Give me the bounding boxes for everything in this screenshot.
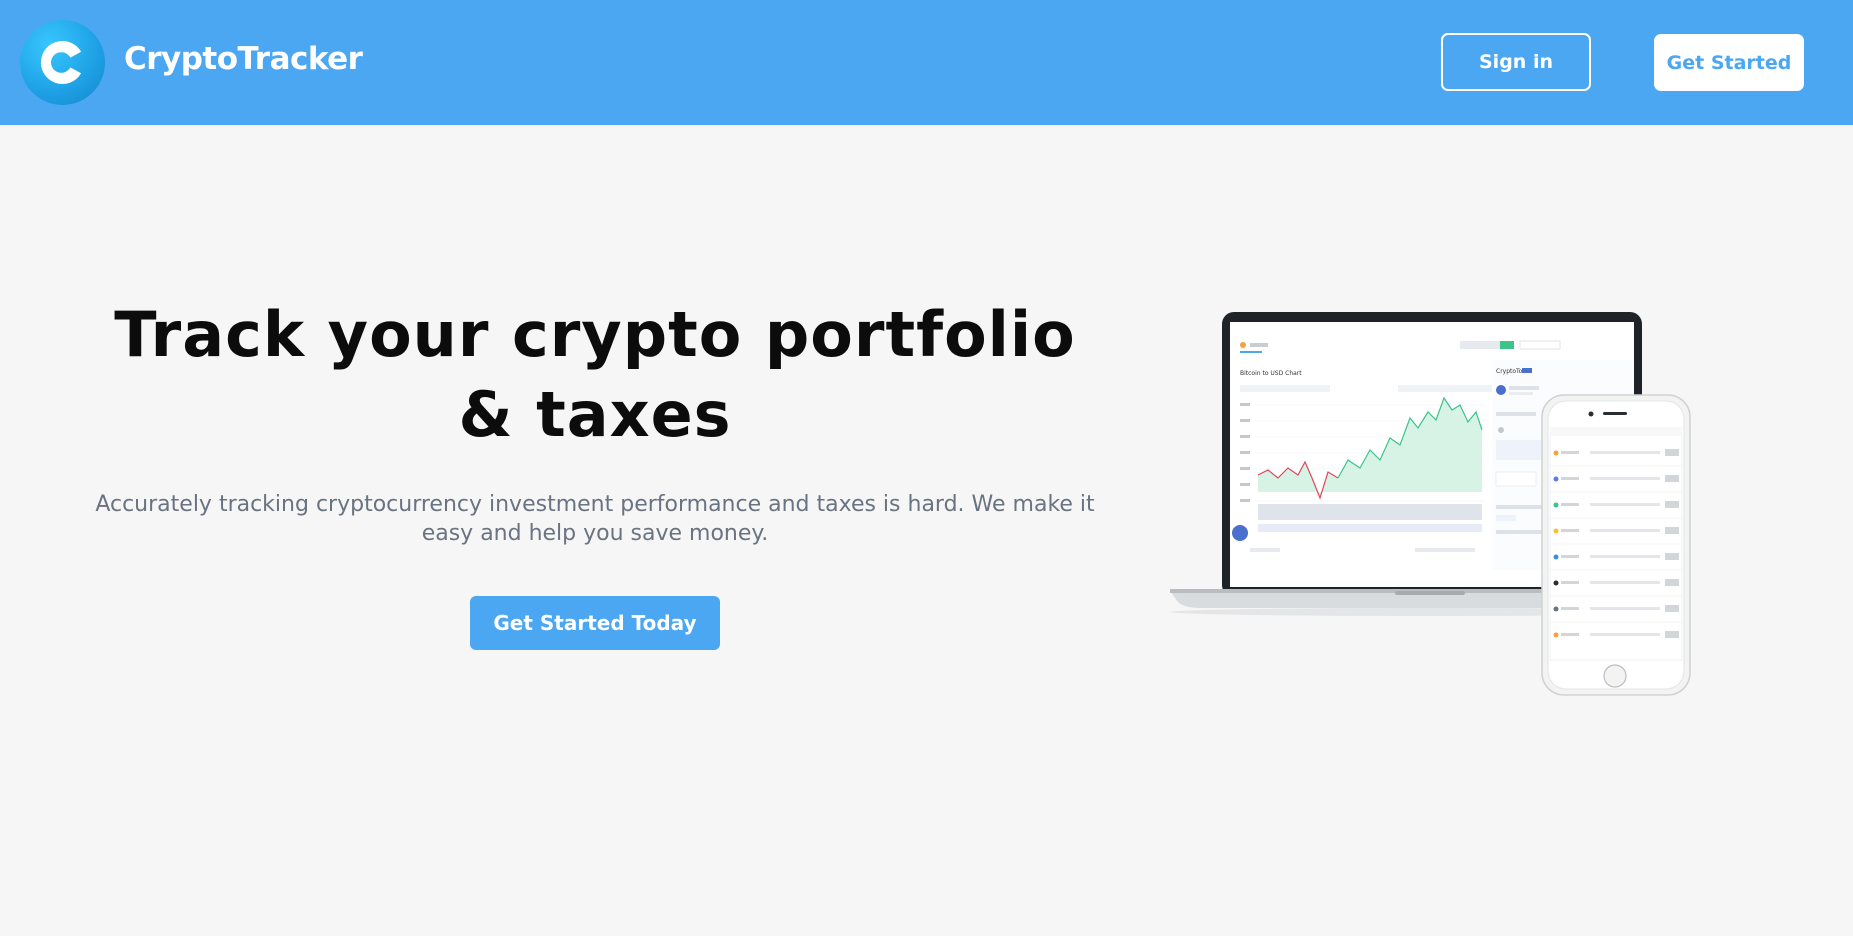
top-navbar: CryptoTracker Sign in Get Started (0, 0, 1853, 125)
brand-name[interactable]: CryptoTracker (124, 41, 363, 77)
logo-c-glyph (40, 40, 82, 85)
hero-subtitle: Accurately tracking cryptocurrency inves… (95, 492, 1095, 546)
sign-in-button[interactable]: Sign in (1441, 33, 1591, 91)
device-illustration: Bitcoin to USD Chart CryptoTown (1170, 312, 1691, 696)
get-started-button[interactable]: Get Started (1654, 34, 1804, 91)
hero-title: Track your crypto portfolio & taxes (114, 298, 1076, 451)
get-started-today-button[interactable]: Get Started Today (470, 596, 720, 650)
cryptotracker-logo-icon[interactable] (20, 20, 105, 105)
phone-mockup (1541, 394, 1691, 696)
laptop-chart-title: Bitcoin to USD Chart (1240, 370, 1302, 377)
